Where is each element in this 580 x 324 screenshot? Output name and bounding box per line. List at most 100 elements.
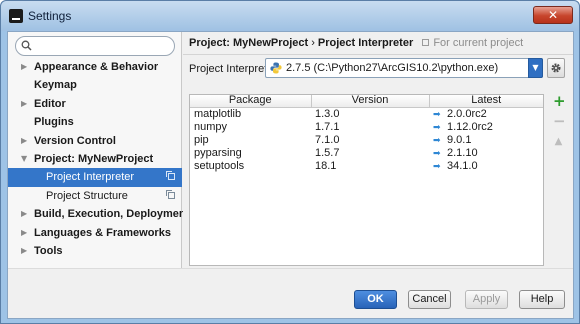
interpreter-value: 2.7.5 (C:\Python27\ArcGIS10.2\python.exe… [286, 62, 499, 74]
interpreter-dropdown[interactable]: 2.7.5 (C:\Python27\ArcGIS10.2\python.exe… [265, 58, 543, 78]
project-interpreter-panel: Project: MyNewProject › Project Interprete… [183, 32, 573, 268]
sidebar-item-label: Build, Execution, Deployment [34, 208, 190, 221]
expand-right-icon[interactable]: ▶ [21, 95, 27, 113]
column-header-package[interactable]: Package [190, 95, 312, 108]
settings-tree: ▶ Appearance & Behavior Keymap ▶ Editor Plugi… [8, 58, 189, 260]
package-latest: ➡ 9.0.1 [429, 134, 543, 147]
sidebar-item-label: Project Interpreter [46, 171, 135, 184]
table-row[interactable]: pyparsing 1.5.7 ➡ 2.1.10 [190, 147, 543, 160]
expand-right-icon[interactable]: ▶ [21, 205, 27, 223]
package-version: 1.7.1 [315, 121, 340, 133]
table-row[interactable]: matplotlib 1.3.0 ➡ 2.0.0rc2 [190, 107, 543, 121]
scope-icon [422, 39, 430, 46]
title-bar[interactable]: Settings ✕ [1, 1, 579, 31]
package-latest: ➡ 1.12.0rc2 [429, 121, 543, 134]
sidebar-item-label: Keymap [34, 79, 77, 92]
breadcrumb: Project: MyNewProject › Project Interprete… [189, 37, 523, 49]
remove-package-icon[interactable]: − [553, 114, 566, 129]
update-available-icon: ➡ [433, 109, 441, 120]
update-available-icon: ➡ [433, 161, 441, 172]
sidebar-item-version-control[interactable]: ▶ Version Control [8, 132, 182, 150]
sidebar-item-tools[interactable]: ▶ Tools [8, 242, 182, 260]
help-button[interactable]: Help [519, 290, 565, 309]
search-icon [21, 40, 32, 51]
sidebar-item-languages-frameworks[interactable]: ▶ Languages & Frameworks [8, 224, 182, 242]
search-input[interactable] [38, 39, 170, 53]
settings-sidebar: ▶ Appearance & Behavior Keymap ▶ Editor Plugi… [8, 32, 189, 268]
sidebar-item-plugins[interactable]: Plugins [8, 113, 182, 131]
update-available-icon: ➡ [433, 148, 441, 159]
breadcrumb-project: Project: MyNewProject [189, 37, 309, 49]
chevron-down-icon[interactable]: ▼ [528, 58, 543, 78]
expand-right-icon[interactable]: ▶ [21, 242, 27, 260]
package-name: setuptools [194, 160, 245, 172]
package-version: 18.1 [315, 160, 337, 172]
latest-version: 9.0.1 [447, 133, 472, 146]
python-icon [270, 62, 282, 74]
sidebar-item-label: Tools [34, 244, 63, 257]
package-toolbar: + − ▲ [549, 94, 567, 266]
package-name: pyparsing [194, 147, 242, 159]
sidebar-item-project-mynewproject[interactable]: ▼ Project: MyNewProject [8, 150, 182, 168]
latest-version: 2.0.0rc2 [447, 107, 487, 120]
package-name: pip [194, 134, 209, 146]
scope-label: For current project [433, 37, 524, 49]
scope-indicator: For current project [422, 37, 523, 49]
expand-right-icon[interactable]: ▶ [21, 58, 27, 76]
sidebar-item-project-structure[interactable]: Project Structure [8, 187, 182, 205]
sidebar-item-label: Appearance & Behavior [34, 61, 159, 73]
ok-button[interactable]: OK [354, 290, 397, 309]
expand-right-icon[interactable]: ▶ [21, 132, 27, 150]
expand-right-icon[interactable]: ▶ [21, 224, 27, 242]
upgrade-package-icon[interactable]: ▲ [553, 136, 564, 147]
sidebar-item-keymap[interactable]: Keymap [8, 76, 182, 94]
project-scope-icon [166, 189, 175, 199]
dialog-footer: OK Cancel Apply Help [8, 268, 573, 318]
table-row[interactable]: setuptools 18.1 ➡ 34.1.0 [190, 160, 543, 173]
expand-down-icon[interactable]: ▼ [21, 150, 27, 168]
package-version: 1.3.0 [315, 108, 340, 120]
window-title: Settings [28, 9, 72, 23]
package-latest: ➡ 2.0.0rc2 [429, 107, 543, 121]
settings-window: Settings ✕ ▶ Appearance & Behavior Keymap ▶… [0, 0, 580, 324]
sidebar-item-build-execution-deployment[interactable]: ▶ Build, Execution, Deployment [8, 205, 189, 223]
sidebar-item-label: Version Control [34, 134, 116, 147]
sidebar-item-label: Project: MyNewProject [34, 152, 154, 165]
package-latest: ➡ 34.1.0 [429, 160, 543, 173]
column-header-latest[interactable]: Latest [429, 95, 543, 108]
package-name: matplotlib [194, 108, 242, 120]
table-row[interactable]: pip 7.1.0 ➡ 9.0.1 [190, 134, 543, 147]
latest-version: 34.1.0 [447, 159, 478, 172]
update-available-icon: ➡ [433, 122, 441, 133]
sidebar-item-project-interpreter[interactable]: Project Interpreter [8, 168, 182, 187]
dialog-body: ▶ Appearance & Behavior Keymap ▶ Editor Plugi… [7, 31, 574, 319]
interpreter-settings-button[interactable] [547, 58, 565, 78]
table-row[interactable]: numpy 1.7.1 ➡ 1.12.0rc2 [190, 121, 543, 134]
divider [183, 54, 573, 55]
packages-table[interactable]: Package Version Latest matplotlib 1.3.0 ➡ 2… [189, 94, 544, 266]
latest-version: 2.1.10 [447, 146, 478, 159]
update-available-icon: ➡ [433, 135, 441, 146]
package-version: 1.5.7 [315, 147, 340, 159]
sidebar-item-editor[interactable]: ▶ Editor [8, 95, 182, 113]
sidebar-item-appearance-behavior[interactable]: ▶ Appearance & Behavior [8, 58, 182, 76]
add-package-icon[interactable]: + [553, 94, 566, 109]
column-header-version[interactable]: Version [311, 95, 430, 108]
table-header-row: Package Version Latest [190, 95, 543, 108]
sidebar-item-label: Plugins [34, 116, 74, 129]
breadcrumb-separator: › [311, 37, 315, 49]
gear-icon [551, 63, 561, 73]
latest-version: 1.12.0rc2 [447, 120, 493, 133]
package-version: 7.1.0 [315, 134, 340, 146]
apply-button[interactable]: Apply [465, 290, 508, 309]
project-scope-icon [166, 171, 175, 181]
sidebar-item-label: Editor [34, 97, 66, 110]
search-box[interactable] [15, 36, 175, 56]
sidebar-item-label: Languages & Frameworks [34, 226, 171, 239]
close-button[interactable]: ✕ [533, 6, 573, 24]
breadcrumb-page: Project Interpreter [317, 37, 414, 49]
cancel-button[interactable]: Cancel [408, 290, 451, 309]
package-name: numpy [194, 121, 228, 133]
package-latest: ➡ 2.1.10 [429, 147, 543, 160]
sidebar-item-label: Project Structure [46, 189, 128, 202]
